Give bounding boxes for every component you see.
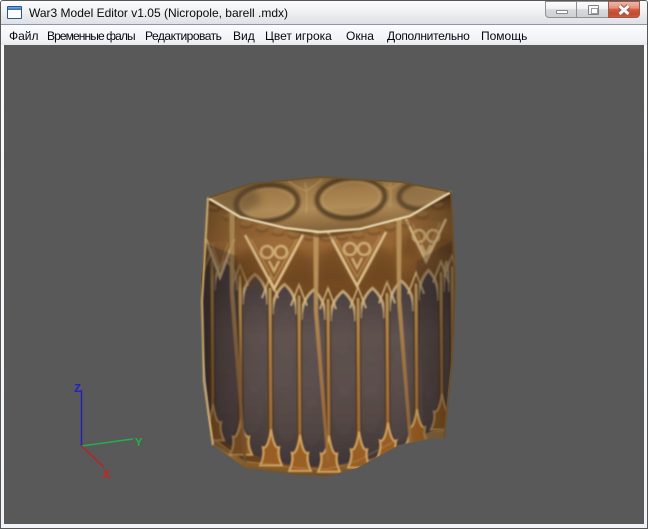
svg-text:Y: Y	[135, 436, 143, 450]
svg-text:X: X	[103, 468, 111, 482]
svg-text:Z: Z	[74, 382, 81, 396]
